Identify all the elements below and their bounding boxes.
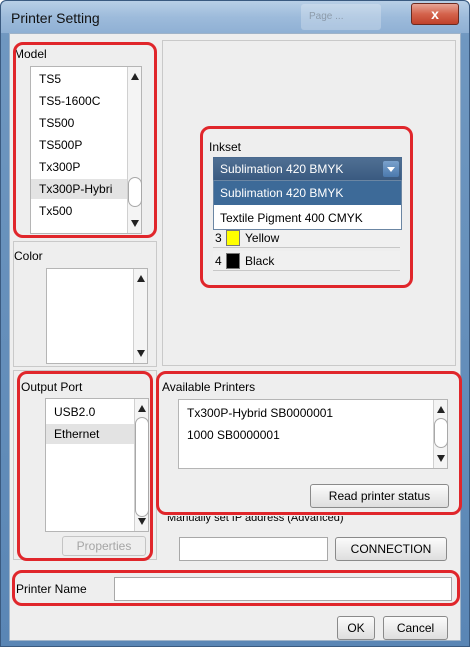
color-label: Color xyxy=(14,249,43,263)
window-title: Printer Setting xyxy=(11,10,100,26)
model-highlight-frame xyxy=(13,42,157,238)
inkset-highlight-frame xyxy=(200,126,413,288)
dialog-client-area: Model TS5 TS5-1600C TS500 TS500P Tx300P … xyxy=(9,33,462,641)
scroll-down-icon[interactable] xyxy=(137,350,145,357)
scroll-up-icon[interactable] xyxy=(137,275,145,282)
cancel-button[interactable]: Cancel xyxy=(383,616,448,640)
title-bar[interactable]: Printer Setting Page ... x xyxy=(1,1,469,33)
manual-ip-label: Manually set IP address (Advanced) xyxy=(167,516,344,524)
connection-button[interactable]: CONNECTION xyxy=(335,537,447,561)
available-printers-highlight-frame xyxy=(156,371,462,515)
color-list[interactable] xyxy=(46,268,148,364)
printer-name-highlight-frame xyxy=(12,570,460,606)
color-scrollbar[interactable] xyxy=(133,269,147,363)
ip-address-input[interactable] xyxy=(179,537,328,561)
close-button[interactable]: x xyxy=(411,3,459,25)
output-port-highlight-frame xyxy=(17,371,153,561)
printer-setting-window: Printer Setting Page ... x Model TS5 TS5… xyxy=(0,0,470,647)
background-tab: Page ... xyxy=(301,4,381,30)
ok-button[interactable]: OK xyxy=(337,616,375,640)
